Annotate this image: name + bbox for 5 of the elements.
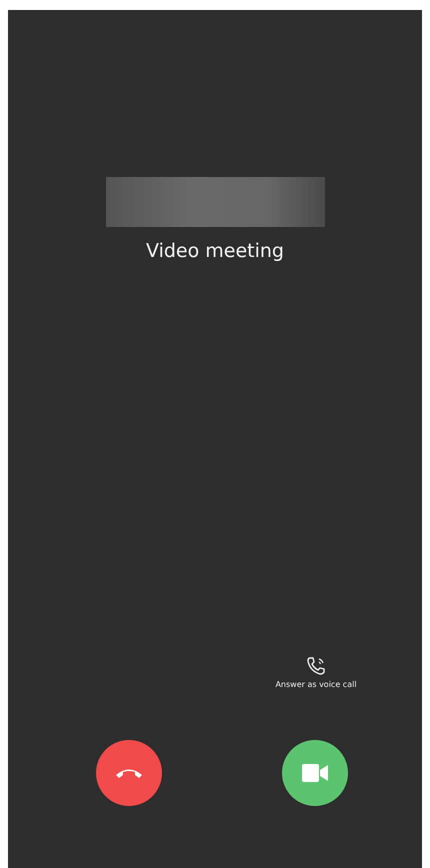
- hang-up-icon: [115, 766, 143, 778]
- answer-voice-button[interactable]: Answer as voice call: [271, 656, 361, 690]
- video-camera-icon: [302, 764, 328, 782]
- phone-icon: [306, 656, 326, 676]
- call-type-label: Video meeting: [146, 239, 284, 264]
